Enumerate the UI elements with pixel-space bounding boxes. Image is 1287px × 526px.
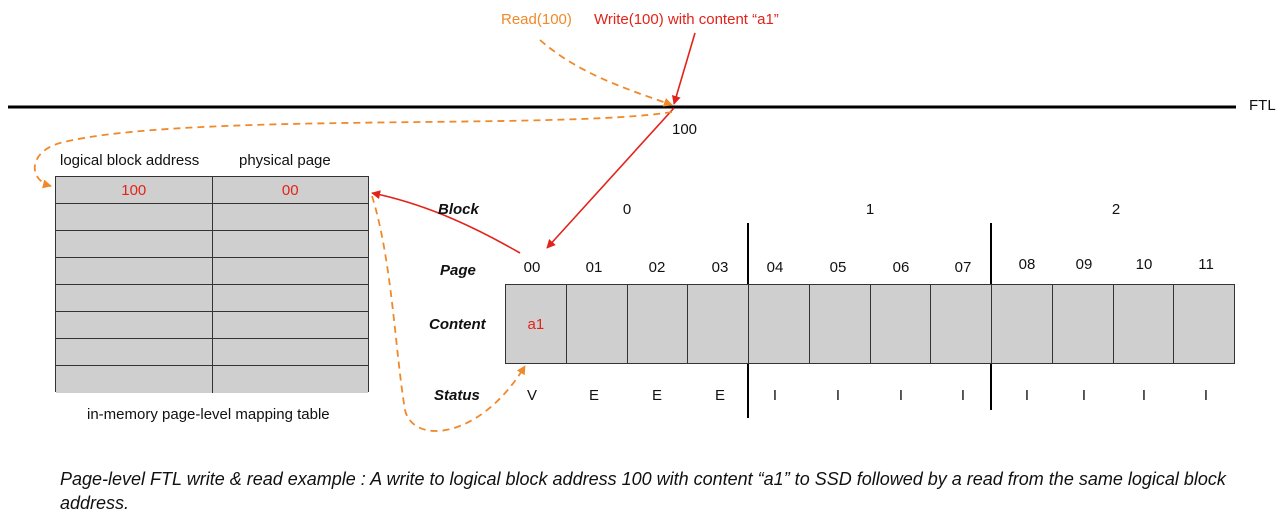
- write-arrow-to-page: [546, 107, 675, 249]
- mapping-table: 100 00: [55, 176, 369, 393]
- page-status: I: [772, 387, 778, 404]
- page-number: 11: [1198, 256, 1214, 273]
- page-number: 06: [892, 259, 910, 276]
- page-status: I: [960, 387, 966, 404]
- page-content-cell: [1112, 285, 1174, 363]
- row-label-block: Block: [438, 201, 479, 218]
- page-content-cell: [1051, 285, 1113, 363]
- block-number: 2: [1111, 201, 1121, 218]
- mapping-table-row: [56, 258, 368, 285]
- mapping-header-physical-page: physical page: [239, 152, 331, 169]
- mapping-cell-lba: [56, 204, 212, 230]
- mapping-cell-lba: [56, 285, 212, 311]
- mapping-table-row: [56, 285, 368, 312]
- mapping-cell-lba: 100: [56, 177, 212, 203]
- mapping-table-caption: in-memory page-level mapping table: [87, 406, 330, 423]
- mapping-cell-physical-page: 00: [211, 177, 368, 203]
- mapping-cell-physical-page: [211, 366, 368, 393]
- page-content-cell: [565, 285, 627, 363]
- address-label: 100: [672, 121, 698, 138]
- page-content-cell: [991, 285, 1052, 363]
- mapping-cell-lba: [56, 312, 212, 338]
- page-number: 05: [829, 259, 847, 276]
- page-number: 04: [766, 259, 784, 276]
- page-content-cell: [748, 285, 809, 363]
- mapping-cell-physical-page: [211, 231, 368, 257]
- page-status: I: [898, 387, 904, 404]
- block-number: 0: [622, 201, 632, 218]
- page-status: I: [1141, 387, 1147, 404]
- mapping-cell-lba: [56, 258, 212, 284]
- mapping-table-row: [56, 204, 368, 231]
- row-label-page: Page: [440, 262, 476, 279]
- page-number: 10: [1135, 256, 1153, 273]
- mapping-table-row: 100 00: [56, 177, 368, 204]
- ftl-label: FTL: [1249, 97, 1276, 114]
- read-arrow-to-ftl: [539, 39, 673, 107]
- page-number: 03: [711, 259, 729, 276]
- read-op-label: Read(100): [501, 11, 572, 28]
- write-arrow-to-ftl: [671, 32, 696, 105]
- mapping-cell-physical-page: [211, 285, 368, 311]
- mapping-table-row: [56, 312, 368, 339]
- mapping-cell-physical-page: [211, 204, 368, 230]
- page-content-cell: a1: [506, 285, 566, 363]
- mapping-cell-physical-page: [211, 258, 368, 284]
- mapping-cell-lba: [56, 366, 212, 393]
- page-number: 07: [954, 259, 972, 276]
- page-content-cell: [930, 285, 991, 363]
- page-status: E: [714, 387, 726, 404]
- mapping-table-row: [56, 231, 368, 258]
- mapping-cell-physical-page: [211, 312, 368, 338]
- row-label-content: Content: [429, 316, 486, 333]
- page-content-cell: [808, 285, 870, 363]
- page-status: I: [835, 387, 841, 404]
- page-status: I: [1024, 387, 1030, 404]
- figure-caption: Page-level FTL write & read example : A …: [60, 469, 1226, 513]
- page-number: 09: [1075, 256, 1093, 273]
- mapping-table-row: [56, 366, 368, 393]
- page-status: I: [1203, 387, 1209, 404]
- mapping-cell-physical-page: [211, 339, 368, 365]
- page-status: E: [651, 387, 663, 404]
- write-op-label: Write(100) with content “a1”: [594, 11, 779, 28]
- page-number: 08: [1018, 256, 1036, 273]
- mapping-cell-lba: [56, 231, 212, 257]
- page-number: 02: [648, 259, 666, 276]
- page-status: E: [588, 387, 600, 404]
- page-content-cell: [869, 285, 931, 363]
- page-number: 00: [523, 259, 541, 276]
- block-number: 1: [865, 201, 875, 218]
- mapping-header-lba: logical block address: [60, 152, 200, 169]
- flash-pages: a1: [505, 284, 1235, 364]
- row-label-status: Status: [434, 387, 480, 404]
- mapping-cell-lba: [56, 339, 212, 365]
- page-content-cell: [626, 285, 688, 363]
- read-arrow-to-table: [33, 111, 673, 189]
- page-status: V: [526, 387, 538, 404]
- page-status: I: [1081, 387, 1087, 404]
- mapping-table-row: [56, 339, 368, 366]
- page-content-cell: [687, 285, 748, 363]
- page-number: 01: [585, 259, 603, 276]
- page-content-cell: [1173, 285, 1234, 363]
